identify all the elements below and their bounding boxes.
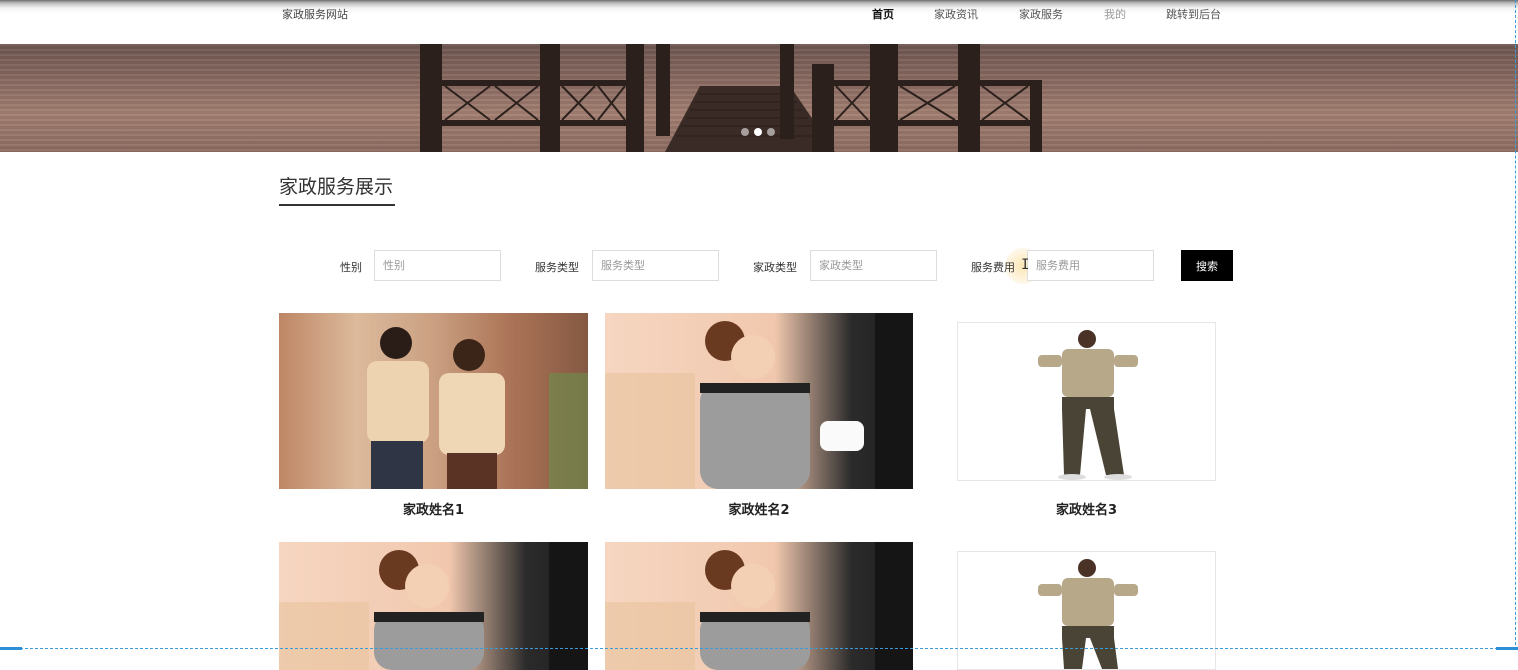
carousel-dot-3[interactable] xyxy=(767,128,775,136)
nav-admin[interactable]: 跳转到后台 xyxy=(1166,6,1221,22)
service-type-input[interactable] xyxy=(592,250,719,281)
service-fee-label: 服务费用 xyxy=(971,261,1015,274)
nav-services[interactable]: 家政服务 xyxy=(1019,6,1063,22)
card-image-couple[interactable] xyxy=(279,313,588,489)
card-image-maid[interactable] xyxy=(605,542,913,670)
service-card-3[interactable]: 家政姓名3 xyxy=(957,313,1216,518)
card-name[interactable]: 家政姓名1 xyxy=(279,499,588,518)
gender-input[interactable] xyxy=(374,250,501,281)
section-title: 家政服务展示 xyxy=(279,177,394,198)
carousel-dot-2[interactable] xyxy=(754,128,762,136)
service-card-6[interactable] xyxy=(957,542,1216,670)
service-card-4[interactable] xyxy=(279,542,588,670)
search-button[interactable]: 搜索 xyxy=(1181,250,1233,281)
carousel-dot-1[interactable] xyxy=(741,128,749,136)
housekeeping-type-label: 家政类型 xyxy=(753,261,797,274)
card-image-worker[interactable] xyxy=(957,551,1216,670)
worker-uniform-icon xyxy=(1038,330,1138,480)
maid-cleaning-icon xyxy=(605,542,913,670)
nav-home[interactable]: 首页 xyxy=(872,6,894,22)
title-underline xyxy=(279,204,395,206)
card-image-maid[interactable] xyxy=(279,542,588,670)
service-card-1[interactable]: 家政姓名1 xyxy=(279,313,588,518)
worker-uniform-icon xyxy=(1038,559,1138,669)
service-card-5[interactable] xyxy=(605,542,913,670)
resize-handle-left[interactable] xyxy=(0,647,22,650)
selection-dashed-line-vertical xyxy=(1515,0,1516,650)
maid-cleaning-icon xyxy=(605,313,913,489)
selection-dashed-line-horizontal xyxy=(0,648,1518,649)
top-navbar: 家政服务网站 首页 家政资讯 家政服务 我的 跳转到后台 xyxy=(0,0,1518,44)
carousel-dots xyxy=(741,128,775,136)
housekeeping-type-input[interactable] xyxy=(810,250,937,281)
couple-uniform-icon xyxy=(279,313,588,489)
banner-carousel[interactable] xyxy=(0,44,1518,152)
nav-news[interactable]: 家政资讯 xyxy=(934,6,978,22)
card-image-maid[interactable] xyxy=(605,313,913,489)
resize-handle-right[interactable] xyxy=(1496,647,1518,650)
text-cursor-icon: I xyxy=(1021,257,1030,273)
gender-label: 性别 xyxy=(340,261,362,274)
card-name[interactable]: 家政姓名2 xyxy=(605,499,913,518)
card-image-worker[interactable] xyxy=(957,322,1216,481)
maid-cleaning-icon xyxy=(279,542,588,670)
card-name[interactable]: 家政姓名3 xyxy=(957,499,1216,518)
site-name[interactable]: 家政服务网站 xyxy=(282,6,348,22)
nav-my[interactable]: 我的 xyxy=(1104,6,1126,22)
service-fee-input[interactable] xyxy=(1027,250,1154,281)
service-type-label: 服务类型 xyxy=(535,261,579,274)
service-card-2[interactable]: 家政姓名2 xyxy=(605,313,913,518)
